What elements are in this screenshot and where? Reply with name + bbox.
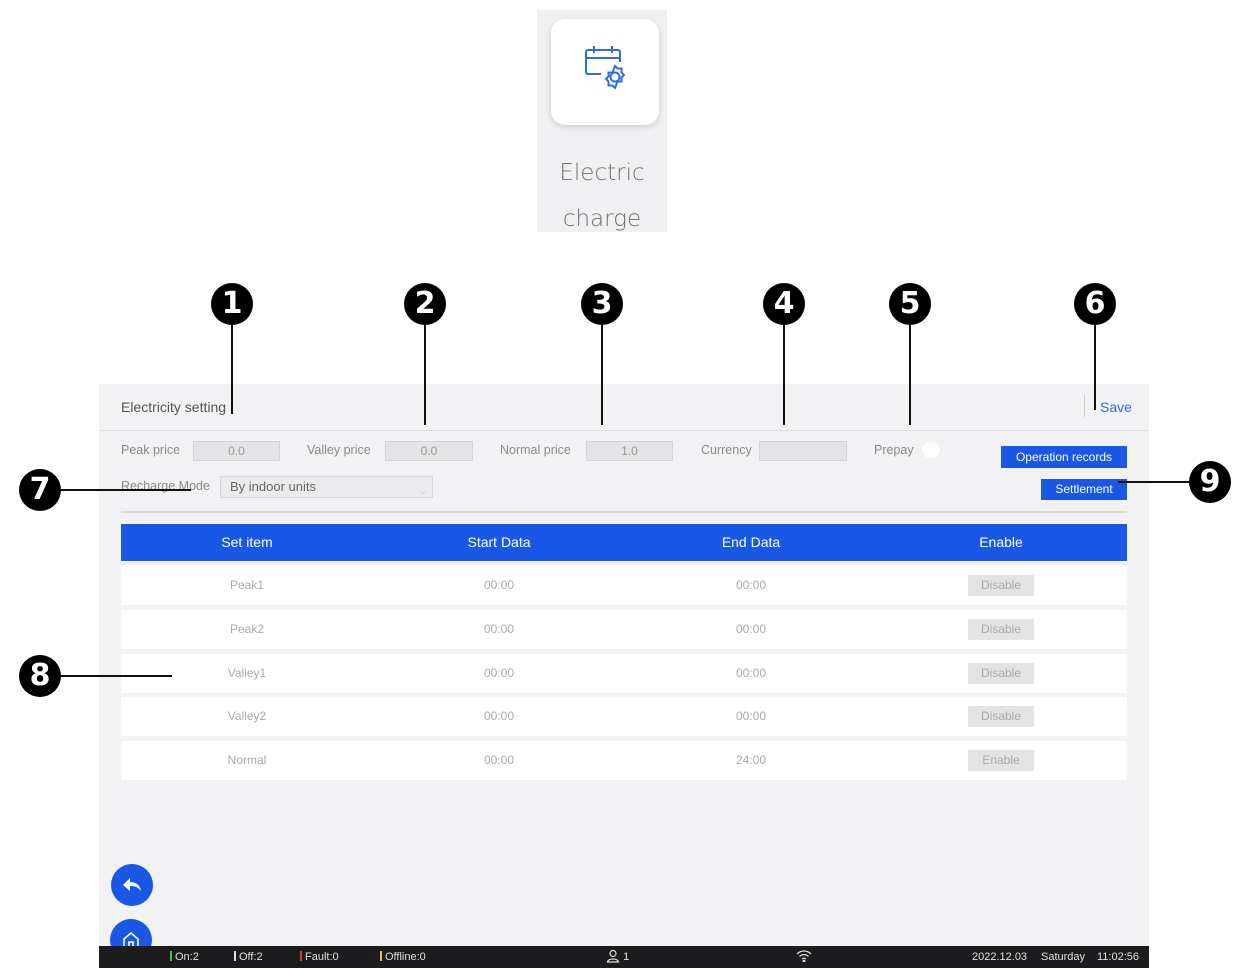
cell-set-item: Valley1 [227,666,267,680]
callout-5: 5 [889,283,931,325]
back-arrow-icon [123,878,141,891]
divider [121,511,1127,513]
callout-2: 2 [404,283,446,325]
status-on: On:2 [170,951,199,963]
cell-set-item: Peak2 [229,622,265,636]
callout-1: 1 [211,283,253,325]
callout-7-line [61,489,191,491]
callout-4-line [783,324,785,425]
callout-4: 4 [763,283,805,325]
table-row: Peak2 00:00 00:00 Disable [121,610,1127,649]
cell-end: 24:00 [735,753,767,767]
table-header: Set item Start Data End Data Enable [121,524,1127,561]
status-date: 2022.12.03 [972,951,1028,963]
fault-marker [300,951,302,961]
enable-toggle-button[interactable]: Enable [968,750,1034,771]
status-bar: On:2 Off:2 Fault:0 Offline:0 1 2022.12.0… [99,946,1149,968]
status-on-text: On:2 [175,951,199,963]
table-row: Valley2 00:00 00:00 Disable [121,697,1127,736]
callout-8-line [61,675,172,677]
users-count: 1 [623,951,630,963]
status-fault: Fault:0 [300,951,339,963]
callout-2-line [424,324,426,425]
cell-set-item: Valley2 [227,709,267,723]
enable-toggle-button[interactable]: Disable [968,663,1034,684]
save-button[interactable]: Save [1100,399,1132,415]
callout-8: 8 [19,655,61,697]
table-row: Valley1 00:00 00:00 Disable [121,654,1127,693]
prepay-label: Prepay [874,443,914,457]
enable-toggle-button[interactable]: Disable [968,575,1034,596]
status-fault-text: Fault:0 [305,951,339,963]
cell-start: 00:00 [483,578,515,592]
save-separator [1084,395,1085,417]
column-header-start-data: Start Data [467,534,531,550]
cell-start: 00:00 [483,622,515,636]
recharge-mode-value: By indoor units [230,479,316,494]
electricity-setting-panel: Electricity setting Save Peak price 0.0 … [99,384,1149,968]
back-button[interactable] [111,864,153,906]
callout-1-line [231,324,233,414]
cell-set-item: Normal [227,753,267,767]
enable-toggle-button[interactable]: Disable [968,619,1034,640]
valley-price-field[interactable]: 0.0 [385,441,473,461]
prepay-toggle[interactable] [922,442,940,458]
wifi-icon [796,950,812,965]
app-tile-electric-charge[interactable]: Electric charge [537,10,667,232]
enable-toggle-button[interactable]: Disable [968,706,1034,727]
cell-set-item: Peak1 [229,578,265,592]
status-off: Off:2 [234,951,263,963]
currency-label: Currency [701,443,752,457]
callout-9-line [1118,481,1189,483]
cell-end: 00:00 [735,666,767,680]
cell-start: 00:00 [483,753,515,767]
callout-3-line [601,324,603,425]
recharge-mode-select[interactable]: By indoor units ⌵ [220,476,433,498]
currency-field[interactable] [759,441,847,461]
app-icon-card[interactable] [551,19,659,125]
cell-start: 00:00 [483,709,515,723]
offline-marker [380,951,382,961]
normal-price-label: Normal price [500,443,571,457]
cell-end: 00:00 [735,622,767,636]
cell-start: 00:00 [483,666,515,680]
header-bar: Electricity setting Save [99,384,1149,431]
peak-price-field[interactable]: 0.0 [193,441,280,461]
callout-6-line [1094,324,1096,410]
chevron-down-icon: ⌵ [419,486,426,496]
callout-7: 7 [19,469,61,511]
calendar-gear-icon [585,46,626,90]
cell-end: 00:00 [735,578,767,592]
table-row: Normal 00:00 24:00 Enable [121,741,1127,780]
column-header-end-data: End Data [721,534,781,550]
column-header-set-item: Set item [221,534,273,550]
cell-end: 00:00 [735,709,767,723]
status-offline-text: Offline:0 [385,951,426,963]
valley-price-label: Valley price [307,443,371,457]
status-off-text: Off:2 [239,951,263,963]
peak-price-label: Peak price [121,443,181,457]
status-offline: Offline:0 [380,951,426,963]
user-icon [606,949,620,963]
callout-9: 9 [1189,461,1231,503]
callout-5-line [909,324,911,425]
column-header-enable: Enable [979,534,1023,550]
settlement-button[interactable]: Settlement [1041,479,1127,500]
off-marker [234,951,236,961]
operation-records-button[interactable]: Operation records [1001,446,1127,468]
on-marker [170,951,172,961]
status-day: Saturday [1041,951,1086,963]
app-label: Electric charge [559,160,645,232]
users-indicator: 1 [606,949,629,963]
table-row: Peak1 00:00 00:00 Disable [121,566,1127,605]
normal-price-field[interactable]: 1.0 [586,441,673,461]
callout-3: 3 [581,283,623,325]
status-time: 11:02:56 [1097,951,1140,963]
page-title: Electricity setting [121,399,227,415]
callout-6: 6 [1074,283,1116,325]
